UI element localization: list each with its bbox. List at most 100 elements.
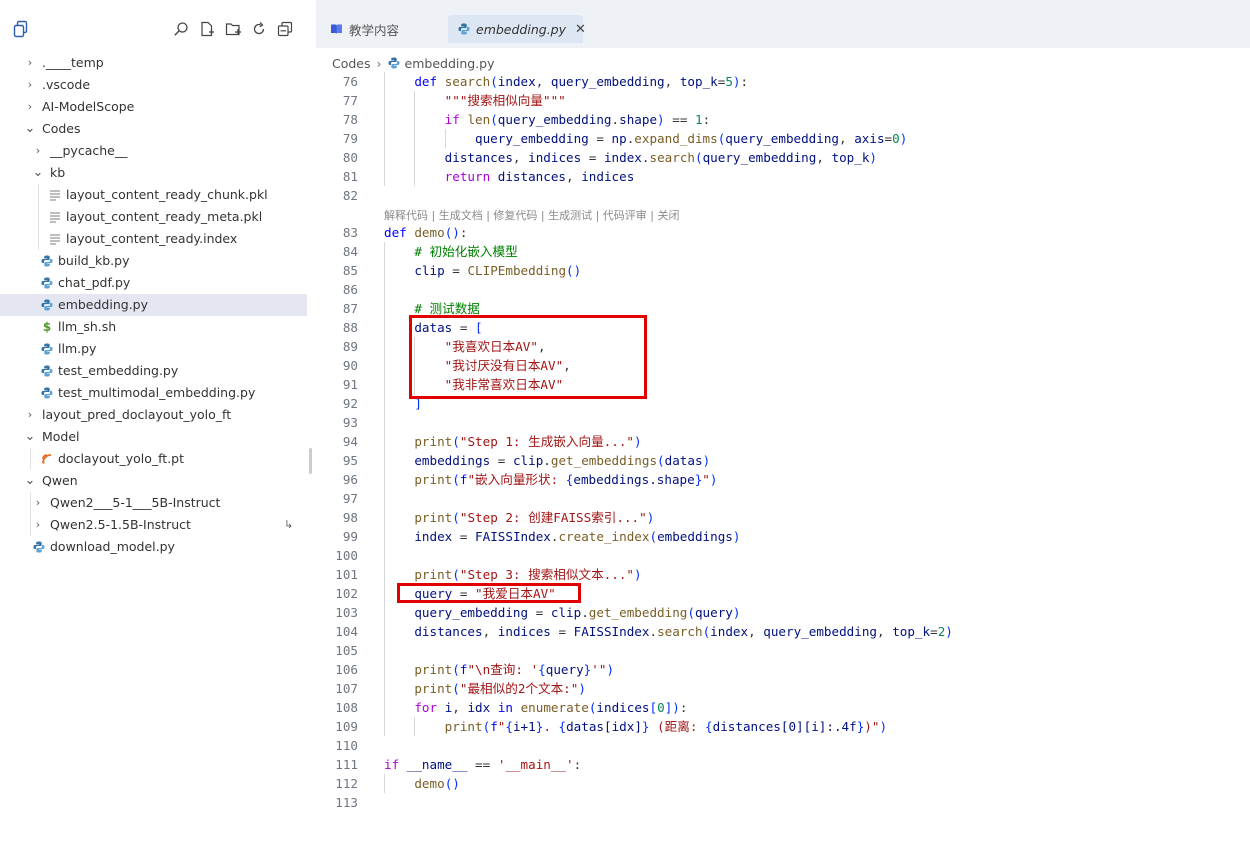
- tree-item-label: Codes: [42, 121, 81, 136]
- breadcrumb-folder[interactable]: Codes: [332, 56, 371, 71]
- code-line: 107 print("最相似的2个文本:"): [316, 679, 1250, 698]
- code-line: 82: [316, 186, 1250, 205]
- chevron-down-icon[interactable]: ⌄: [32, 162, 44, 184]
- symlink-icon: ↳: [284, 518, 294, 531]
- files-icon[interactable]: [12, 20, 30, 38]
- line-code: """搜索相似向量""": [444, 93, 566, 108]
- line-number: 97: [342, 491, 358, 506]
- close-icon[interactable]: ✕: [575, 22, 586, 37]
- code-line: 86: [316, 280, 1250, 299]
- tree-folder[interactable]: › Qwen2.5-1.5B-Instruct ↳: [0, 514, 307, 536]
- chevron-down-icon[interactable]: ⌄: [24, 118, 36, 140]
- tree-file[interactable]: test_multimodal_embedding.py: [0, 382, 307, 404]
- tree-file[interactable]: doclayout_yolo_ft.pt: [0, 448, 307, 470]
- code-line: 103 query_embedding = clip.get_embedding…: [316, 603, 1250, 622]
- code-line: 108 for i, idx in enumerate(indices[0]):: [316, 698, 1250, 717]
- tree-file[interactable]: $ llm_sh.sh: [0, 316, 307, 338]
- tree-file[interactable]: layout_content_ready_chunk.pkl: [0, 184, 307, 206]
- line-number: 111: [335, 757, 358, 772]
- chevron-right-icon[interactable]: ›: [24, 96, 36, 118]
- refresh-icon[interactable]: [250, 20, 268, 38]
- highlight-box-query: [397, 583, 581, 603]
- tab-embedding-py[interactable]: embedding.py ✕: [448, 15, 586, 43]
- tree-folder[interactable]: › .____temp: [0, 52, 307, 74]
- code-line: 76 def search(index, query_embedding, to…: [316, 72, 1250, 91]
- line-code: embeddings = clip.get_embeddings(datas): [414, 453, 711, 468]
- chevron-right-icon[interactable]: ›: [24, 74, 36, 96]
- line-code: query_embedding = clip.get_embedding(que…: [414, 605, 741, 620]
- python-file-icon: [40, 386, 54, 400]
- breadcrumb-file[interactable]: embedding.py: [405, 56, 495, 71]
- python-file-icon: [40, 364, 54, 378]
- sidebar-resize-handle[interactable]: [309, 448, 312, 474]
- line-code: for i, idx in enumerate(indices[0]):: [414, 700, 688, 715]
- tab-bar: 教学内容 embedding.py ✕: [316, 0, 1250, 48]
- tree-file[interactable]: embedding.py: [0, 294, 307, 316]
- indent-guide: [444, 129, 446, 148]
- python-icon: [388, 57, 400, 69]
- code-line: 94 print("Step 1: 生成嵌入向量..."): [316, 432, 1250, 451]
- chevron-right-icon[interactable]: ›: [32, 492, 44, 514]
- code-line: 104 distances, indices = FAISSIndex.sear…: [316, 622, 1250, 641]
- breadcrumb: Codes › embedding.py: [332, 53, 495, 73]
- code-line: 84 # 初始化嵌入模型: [316, 242, 1250, 261]
- line-number: 93: [342, 415, 358, 430]
- tree-folder[interactable]: ⌄ Qwen: [0, 470, 307, 492]
- line-number: 91: [342, 377, 358, 392]
- code-line: 97: [316, 489, 1250, 508]
- chevron-down-icon[interactable]: ⌄: [24, 470, 36, 492]
- line-number: 110: [335, 738, 358, 753]
- new-file-icon[interactable]: [198, 20, 216, 38]
- line-number: 86: [342, 282, 358, 297]
- tab-label: embedding.py: [476, 21, 566, 37]
- line-number: 109: [335, 719, 358, 734]
- tree-folder[interactable]: ⌄ Codes: [0, 118, 307, 140]
- line-number: 94: [342, 434, 358, 449]
- chevron-right-icon[interactable]: ›: [24, 52, 36, 74]
- chevron-right-icon[interactable]: ›: [24, 404, 36, 426]
- tree-item-label: test_multimodal_embedding.py: [58, 385, 256, 400]
- tree-file[interactable]: layout_content_ready.index: [0, 228, 307, 250]
- tab-teaching-content[interactable]: 教学内容: [330, 15, 440, 43]
- codelens-actions[interactable]: 解释代码 | 生成文档 | 修复代码 | 生成测试 | 代码评审 | 关闭: [316, 206, 1250, 223]
- tree-file[interactable]: build_kb.py: [0, 250, 307, 272]
- line-code: print("最相似的2个文本:"): [414, 681, 586, 696]
- line-code: print("Step 3: 搜索相似文本..."): [414, 567, 642, 582]
- tree-folder[interactable]: › __pycache__: [0, 140, 307, 162]
- code-line: 81 return distances, indices: [316, 167, 1250, 186]
- tree-folder[interactable]: › AI-ModelScope: [0, 96, 307, 118]
- line-number: 80: [342, 150, 358, 165]
- collapse-all-icon[interactable]: [276, 20, 294, 38]
- tree-item-label: download_model.py: [50, 539, 175, 554]
- code-line: 106 print(f"\n查询: '{query}'"): [316, 660, 1250, 679]
- line-number: 98: [342, 510, 358, 525]
- new-folder-icon[interactable]: [224, 20, 242, 38]
- line-code: if __name__ == '__main__':: [384, 757, 582, 772]
- code-line: 111 if __name__ == '__main__':: [316, 755, 1250, 774]
- chevron-right-icon[interactable]: ›: [32, 140, 44, 162]
- chevron-right-icon[interactable]: ›: [32, 514, 44, 536]
- tree-folder[interactable]: ⌄ Model: [0, 426, 307, 448]
- tree-file[interactable]: download_model.py: [0, 536, 307, 558]
- tree-file[interactable]: chat_pdf.py: [0, 272, 307, 294]
- text-file-icon: [48, 232, 62, 246]
- line-code: # 初始化嵌入模型: [414, 244, 518, 259]
- search-icon[interactable]: [172, 20, 190, 38]
- tree-item-label: .vscode: [42, 77, 91, 92]
- tree-file[interactable]: layout_content_ready_meta.pkl: [0, 206, 307, 228]
- tree-item-label: AI-ModelScope: [42, 99, 135, 114]
- chevron-down-icon[interactable]: ⌄: [24, 426, 36, 448]
- tree-file[interactable]: test_embedding.py: [0, 360, 307, 382]
- code-line: 101 print("Step 3: 搜索相似文本..."): [316, 565, 1250, 584]
- line-number: 85: [342, 263, 358, 278]
- tree-file[interactable]: llm.py: [0, 338, 307, 360]
- line-number: 103: [335, 605, 358, 620]
- chevron-right-icon: ›: [376, 55, 382, 71]
- line-code: clip = CLIPEmbedding(): [414, 263, 582, 278]
- tree-folder[interactable]: › .vscode: [0, 74, 307, 96]
- python-file-icon: [40, 276, 54, 290]
- tree-folder[interactable]: › Qwen2___5-1___5B-Instruct: [0, 492, 307, 514]
- tree-folder[interactable]: › layout_pred_doclayout_yolo_ft: [0, 404, 307, 426]
- tree-folder[interactable]: ⌄ kb: [0, 162, 307, 184]
- code-line: 105: [316, 641, 1250, 660]
